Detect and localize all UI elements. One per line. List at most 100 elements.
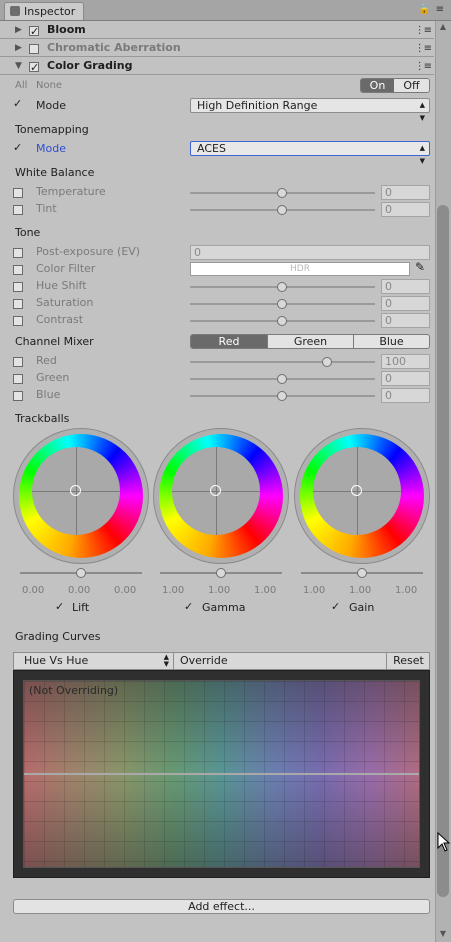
reset-button[interactable]: Reset [386, 653, 430, 669]
lift-label: Lift [72, 601, 90, 614]
saturation-slider-knob[interactable] [277, 299, 287, 309]
channel-mixer-tabs[interactable]: Red Green Blue [190, 334, 430, 349]
mixer-red-slider-knob[interactable] [322, 357, 332, 367]
saturation-field[interactable]: 0 [381, 296, 430, 311]
hue-shift-override-checkbox[interactable] [13, 282, 23, 292]
gain-value-g: 1.00 [349, 585, 372, 596]
eyedropper-icon[interactable]: ✎ [415, 260, 425, 274]
mixer-red-field[interactable]: 100 [381, 354, 430, 369]
temperature-slider-knob[interactable] [277, 188, 287, 198]
curve-select-dropdown[interactable]: Hue Vs Hue ▲ ▼ [14, 653, 174, 669]
tint-label: Tint [36, 202, 57, 215]
contrast-slider-knob[interactable] [277, 316, 287, 326]
toggle-off[interactable]: Off [394, 79, 429, 92]
effect-name-color-grading: Color Grading [47, 59, 133, 72]
lift-offset-slider-knob[interactable] [76, 568, 86, 578]
mixer-red-label: Red [36, 354, 57, 367]
tonemap-mode-value: ACES [197, 142, 226, 155]
lift-trackball[interactable] [13, 428, 149, 564]
gamma-trackball[interactable] [153, 428, 289, 564]
post-exposure-field[interactable]: 0 [190, 245, 430, 260]
gamma-check[interactable]: ✓ [184, 601, 193, 612]
section-trackballs: Trackballs [15, 412, 70, 425]
tab-tools-icons[interactable]: 🔒 ≡ [418, 4, 445, 15]
mixer-green-override-checkbox[interactable] [13, 374, 23, 384]
mixer-blue-slider-knob[interactable] [277, 391, 287, 401]
tonemap-mode-override-check[interactable]: ✓ [13, 142, 22, 153]
gain-check[interactable]: ✓ [331, 601, 340, 612]
wheel-center [313, 447, 401, 535]
mixer-tab-blue[interactable]: Blue [354, 335, 429, 348]
hue-shift-field[interactable]: 0 [381, 279, 430, 294]
post-exposure-override-checkbox[interactable] [13, 248, 23, 258]
dropdown-arrow-icon: ▲ ▼ [163, 653, 169, 668]
tab-inspector[interactable]: Inspector [4, 2, 84, 20]
effect-menu-icon[interactable]: ⋮≡ [415, 25, 432, 36]
scrollbar-thumb[interactable] [437, 205, 449, 897]
saturation-label: Saturation [36, 296, 94, 309]
mode-override-check[interactable]: ✓ [13, 98, 22, 109]
lift-check[interactable]: ✓ [55, 601, 64, 612]
curve-line[interactable] [24, 773, 419, 775]
saturation-override-checkbox[interactable] [13, 299, 23, 309]
temperature-override-checkbox[interactable] [13, 188, 23, 198]
lift-value-r: 0.00 [22, 585, 45, 596]
chromatic-enable-checkbox[interactable] [29, 44, 39, 54]
fold-arrow-icon[interactable]: ▶ [15, 43, 22, 53]
hue-shift-slider-knob[interactable] [277, 282, 287, 292]
effect-menu-icon[interactable]: ⋮≡ [415, 61, 432, 72]
effect-name-bloom: Bloom [47, 23, 86, 36]
tonemap-mode-dropdown[interactable]: ACES ▲ ▼ [190, 141, 430, 165]
contrast-override-checkbox[interactable] [13, 316, 23, 326]
mixer-red-override-checkbox[interactable] [13, 357, 23, 367]
hue-shift-label: Hue Shift [36, 279, 87, 292]
post-exposure-label: Post-exposure (EV) [36, 245, 141, 258]
add-effect-button[interactable]: Add effect... [13, 899, 430, 914]
lift-value-g: 0.00 [68, 585, 91, 596]
on-off-toggle[interactable]: On Off [360, 78, 430, 93]
section-white-balance: White Balance [15, 166, 95, 179]
gamma-handle[interactable] [210, 485, 221, 496]
mixer-blue-field[interactable]: 0 [381, 388, 430, 403]
mixer-tab-red[interactable]: Red [191, 335, 268, 348]
gain-trackball[interactable] [294, 428, 430, 564]
tint-slider-knob[interactable] [277, 205, 287, 215]
tab-title: Inspector [24, 5, 76, 18]
toggle-on[interactable]: On [361, 79, 394, 92]
color-filter-swatch[interactable]: HDR [190, 262, 410, 276]
section-tone: Tone [15, 226, 41, 239]
mixer-tab-green[interactable]: Green [268, 335, 354, 348]
fold-arrow-down-icon[interactable]: ▼ [15, 61, 22, 71]
contrast-field[interactable]: 0 [381, 313, 430, 328]
mixer-green-field[interactable]: 0 [381, 371, 430, 386]
override-toggle[interactable]: Override [176, 653, 228, 669]
color-filter-override-checkbox[interactable] [13, 265, 23, 275]
gain-offset-slider-knob[interactable] [357, 568, 367, 578]
select-all-link[interactable]: All [15, 80, 27, 91]
gain-value-r: 1.00 [303, 585, 326, 596]
scroll-down-icon[interactable]: ▼ [437, 929, 449, 938]
mixer-blue-override-checkbox[interactable] [13, 391, 23, 401]
scroll-up-icon[interactable]: ▲ [437, 22, 449, 31]
curves-toolbar: Hue Vs Hue ▲ ▼ Override Reset [13, 652, 430, 670]
select-none-link[interactable]: None [36, 80, 62, 91]
gamma-offset-slider-knob[interactable] [216, 568, 226, 578]
color-grading-enable-checkbox[interactable]: ✓ [29, 62, 39, 73]
temperature-label: Temperature [36, 185, 106, 198]
tonemap-mode-label: Mode [36, 142, 66, 155]
mixer-green-label: Green [36, 371, 70, 384]
fold-arrow-icon[interactable]: ▶ [15, 25, 22, 35]
effect-menu-icon[interactable]: ⋮≡ [415, 43, 432, 54]
section-channel-mixer: Channel Mixer [15, 335, 94, 348]
bloom-enable-checkbox[interactable]: ✓ [29, 26, 39, 37]
gain-handle[interactable] [351, 485, 362, 496]
temperature-field[interactable]: 0 [381, 185, 430, 200]
mixer-green-slider-knob[interactable] [277, 374, 287, 384]
gamma-value-g: 1.00 [208, 585, 231, 596]
mode-dropdown[interactable]: High Definition Range ▲ ▼ [190, 98, 430, 122]
tint-override-checkbox[interactable] [13, 205, 23, 215]
tint-field[interactable]: 0 [381, 202, 430, 217]
mixer-red-slider-track[interactable] [190, 361, 375, 363]
curve-select-value: Hue Vs Hue [24, 654, 89, 667]
lift-handle[interactable] [70, 485, 81, 496]
